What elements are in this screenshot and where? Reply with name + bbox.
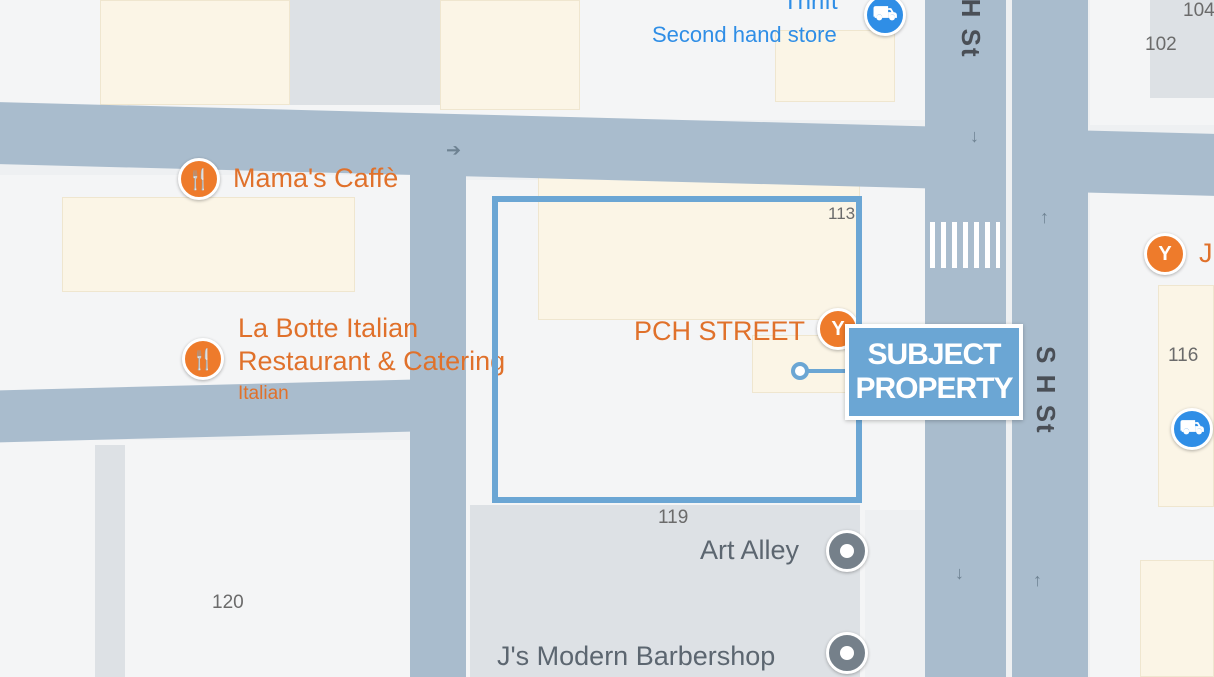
lot-number: 120 bbox=[212, 592, 244, 613]
lot-number: 104 bbox=[1183, 0, 1214, 21]
poi-mamas-caffe[interactable]: Mama's Caffè bbox=[233, 163, 398, 194]
building bbox=[100, 0, 290, 105]
poi-labotte-category: Italian bbox=[238, 383, 289, 404]
building bbox=[440, 0, 580, 110]
map-canvas[interactable]: ➔ ↓ ↑ ↓ ↑ S H St S H St 104 102 113 116 … bbox=[0, 0, 1214, 677]
building-gray bbox=[290, 0, 440, 105]
building bbox=[62, 197, 355, 292]
fork-knife-icon[interactable]: 🍴 bbox=[178, 158, 220, 200]
direction-arrow-icon: ↓ bbox=[955, 563, 964, 583]
subject-label-line2: PROPERTY bbox=[855, 372, 1013, 405]
shopping-bag-icon[interactable]: ⛟ bbox=[1171, 408, 1213, 450]
place-dot-icon[interactable] bbox=[826, 530, 868, 572]
poi-art-alley[interactable]: Art Alley bbox=[700, 535, 799, 566]
road-vertical bbox=[410, 170, 466, 677]
place-dot-icon[interactable] bbox=[826, 632, 868, 674]
direction-arrow-icon: ↓ bbox=[970, 126, 979, 146]
lot-number: 119 bbox=[658, 507, 689, 528]
poi-thrift-category: Second hand store bbox=[652, 22, 837, 47]
subject-leader-line bbox=[806, 369, 848, 373]
city-block bbox=[0, 440, 410, 677]
poi-labotte-line1[interactable]: La Botte Italian bbox=[238, 313, 418, 344]
fork-knife-icon[interactable]: 🍴 bbox=[182, 338, 224, 380]
cocktail-icon[interactable]: Y bbox=[1144, 233, 1186, 275]
building-gray bbox=[95, 445, 125, 677]
building bbox=[1158, 285, 1214, 507]
lot-number: 116 bbox=[1168, 345, 1199, 366]
street-label: S H St bbox=[1031, 346, 1061, 435]
subject-marker-dot bbox=[791, 362, 809, 380]
building bbox=[1140, 560, 1214, 677]
subject-property-label: SUBJECT PROPERTY bbox=[845, 324, 1023, 420]
crosswalk bbox=[930, 222, 1000, 268]
road-vertical bbox=[1015, 0, 1088, 677]
poi-thrift-name[interactable]: Thrift bbox=[783, 0, 838, 16]
subject-property-outline bbox=[492, 196, 862, 503]
lot-number: 102 bbox=[1145, 34, 1177, 55]
direction-arrow-icon: ↑ bbox=[1033, 570, 1042, 590]
road-horizontal bbox=[0, 379, 410, 443]
street-label: S H St bbox=[956, 0, 986, 59]
poi-right-edge[interactable]: J bbox=[1199, 238, 1213, 269]
poi-labotte-line2[interactable]: Restaurant & Catering bbox=[238, 346, 505, 377]
subject-label-line1: SUBJECT bbox=[867, 338, 1001, 371]
direction-arrow-icon: ↑ bbox=[1040, 207, 1049, 227]
direction-arrow-icon: ➔ bbox=[446, 140, 462, 160]
poi-barbershop[interactable]: J's Modern Barbershop bbox=[497, 641, 775, 672]
